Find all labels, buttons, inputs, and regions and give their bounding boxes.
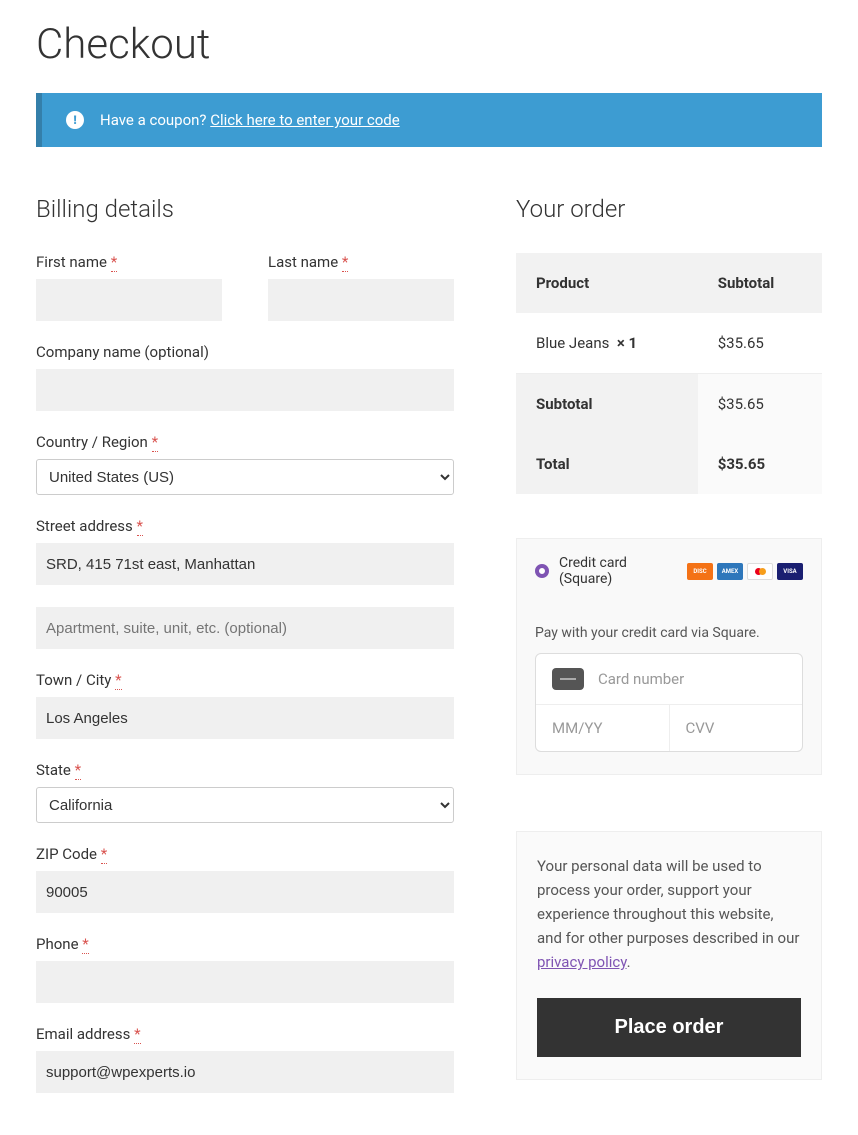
subtotal-label: Subtotal <box>516 374 698 435</box>
item-name: Blue Jeans <box>536 334 609 352</box>
zip-label: ZIP Code * <box>36 845 454 863</box>
billing-column: Billing details First name * Last name *… <box>36 195 454 1115</box>
last-name-label: Last name * <box>268 253 454 271</box>
order-heading: Your order <box>516 195 822 223</box>
order-column: Your order Product Subtotal Blue Jeans ×… <box>516 195 822 1080</box>
mastercard-icon <box>747 563 773 580</box>
product-header: Product <box>516 253 698 313</box>
first-name-label: First name * <box>36 253 222 271</box>
total-value: $35.65 <box>698 434 822 494</box>
info-icon: ! <box>66 111 84 129</box>
payment-box: Credit card (Square) DISC AMEX VISA Pay … <box>516 538 822 775</box>
coupon-link[interactable]: Click here to enter your code <box>210 111 399 129</box>
coupon-text: Have a coupon? Click here to enter your … <box>100 111 400 129</box>
card-number-field[interactable]: Card number <box>536 654 802 705</box>
card-icons: DISC AMEX VISA <box>687 563 803 580</box>
phone-label: Phone * <box>36 935 454 953</box>
order-table: Product Subtotal Blue Jeans × 1 $35.65 S… <box>516 253 822 494</box>
state-label: State * <box>36 761 454 779</box>
payment-method-label: Credit card (Square) <box>559 555 677 587</box>
payment-description: Pay with your credit card via Square. <box>535 625 803 641</box>
subtotal-value: $35.65 <box>698 374 822 435</box>
payment-radio-icon <box>535 564 549 578</box>
zip-field[interactable] <box>36 871 454 913</box>
privacy-box: Your personal data will be used to proce… <box>516 831 822 1080</box>
subtotal-header: Subtotal <box>698 253 822 313</box>
visa-icon: VISA <box>777 563 803 580</box>
address-label: Street address * <box>36 517 454 535</box>
card-frame: Card number MM/YY CVV <box>535 653 803 752</box>
phone-field[interactable] <box>36 961 454 1003</box>
coupon-prefix: Have a coupon? <box>100 111 207 129</box>
table-row: Blue Jeans × 1 $35.65 <box>516 313 822 374</box>
address2-field[interactable] <box>36 607 454 649</box>
first-name-field[interactable] <box>36 279 222 321</box>
state-select[interactable]: California <box>36 787 454 823</box>
coupon-notice: ! Have a coupon? Click here to enter you… <box>36 93 822 147</box>
page-title: Checkout <box>36 20 822 69</box>
total-label: Total <box>516 434 698 494</box>
billing-heading: Billing details <box>36 195 454 223</box>
item-price: $35.65 <box>698 313 822 374</box>
country-label: Country / Region * <box>36 433 454 451</box>
country-select[interactable]: United States (US) <box>36 459 454 495</box>
cvv-field[interactable]: CVV <box>670 705 803 751</box>
privacy-policy-link[interactable]: privacy policy <box>537 953 627 971</box>
city-label: Town / City * <box>36 671 454 689</box>
card-chip-icon <box>552 668 584 690</box>
company-field[interactable] <box>36 369 454 411</box>
place-order-button[interactable]: Place order <box>537 998 801 1057</box>
email-field[interactable] <box>36 1051 454 1093</box>
amex-icon: AMEX <box>717 563 743 580</box>
privacy-text: Your personal data will be used to proce… <box>537 854 801 974</box>
city-field[interactable] <box>36 697 454 739</box>
email-label: Email address * <box>36 1025 454 1043</box>
card-number-placeholder: Card number <box>598 670 684 688</box>
payment-method-row[interactable]: Credit card (Square) DISC AMEX VISA <box>517 539 821 603</box>
expiry-field[interactable]: MM/YY <box>536 705 670 751</box>
last-name-field[interactable] <box>268 279 454 321</box>
item-qty: × 1 <box>617 334 637 352</box>
company-label: Company name (optional) <box>36 343 454 361</box>
discover-icon: DISC <box>687 563 713 580</box>
address1-field[interactable] <box>36 543 454 585</box>
